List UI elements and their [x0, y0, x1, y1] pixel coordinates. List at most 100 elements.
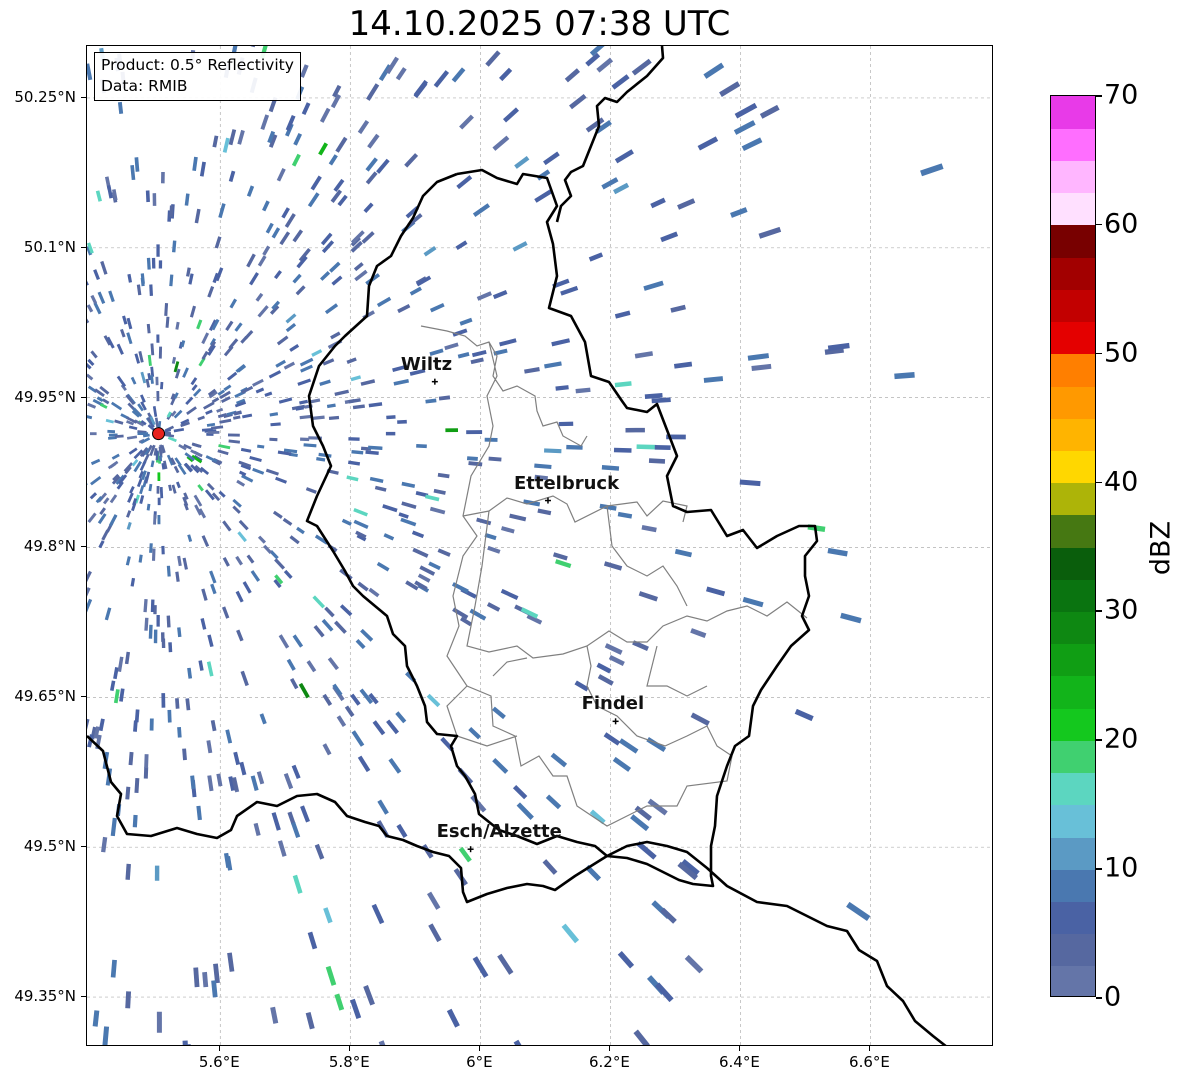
y-tick-label-0: 50.25°N: [14, 87, 76, 106]
echo-gate: [357, 119, 370, 135]
echo-gate: [660, 907, 677, 924]
echo-gate: [240, 447, 252, 453]
echo-gate: [155, 450, 159, 461]
echo-gate: [218, 490, 226, 498]
echo-gate: [87, 587, 91, 601]
echo-gate: [353, 262, 364, 272]
echo-gate: [424, 494, 440, 502]
echo-gate: [597, 674, 614, 686]
echo-gate: [426, 693, 441, 708]
echo-gate: [87, 481, 88, 490]
echo-gate: [428, 561, 441, 571]
echo-gate: [374, 485, 387, 492]
colorbar-segment-16: [1051, 450, 1095, 484]
echo-gate: [271, 227, 281, 239]
echo-gate: [289, 343, 300, 352]
echo-gate: [299, 399, 309, 405]
echo-gate: [158, 260, 163, 269]
echo-gate: [292, 229, 304, 243]
colorbar-segment-6: [1051, 772, 1095, 806]
colorbar-segment-0: [1051, 965, 1095, 996]
echo-gate: [684, 954, 704, 974]
echo-gate: [758, 226, 782, 239]
colorbar-segment-12: [1051, 579, 1095, 613]
colorbar-segment-9: [1051, 675, 1095, 709]
echo-gate: [182, 748, 187, 761]
echo-gate: [196, 805, 202, 821]
echo-gate: [198, 660, 204, 671]
echo-gate: [348, 398, 361, 404]
echo-gate: [759, 104, 780, 119]
echo-gate: [242, 581, 252, 594]
echo-gate: [262, 200, 270, 212]
echo-gate: [90, 475, 102, 486]
echo-gate: [386, 415, 396, 420]
echo-gate: [130, 164, 136, 181]
echo-gate: [145, 190, 150, 203]
echo-gate: [139, 394, 146, 403]
echo-gate: [250, 775, 259, 791]
echo-gate: [237, 531, 247, 543]
echo-gate: [613, 182, 630, 195]
echo-gate: [225, 729, 233, 744]
radar-echoes: [87, 46, 944, 1045]
echo-gate: [730, 207, 748, 218]
echo-gate: [257, 305, 269, 318]
echo-gate: [437, 472, 450, 479]
echo-gate: [324, 606, 335, 618]
echo-gate: [303, 443, 317, 448]
echo-gate: [470, 357, 484, 365]
echo-gate: [476, 291, 492, 301]
echo-gate: [117, 101, 124, 114]
echo-gate: [191, 384, 198, 391]
echo-gate: [472, 203, 491, 217]
colorbar-segment-14: [1051, 514, 1095, 548]
echo-gate: [331, 275, 343, 286]
echo-gate: [741, 137, 763, 152]
echo-gate: [270, 422, 281, 427]
echo-gate: [305, 487, 317, 494]
echo-gate: [486, 602, 501, 612]
colorbar-segment-24: [1051, 192, 1095, 226]
echo-gate: [371, 903, 385, 925]
colorbar-segment-4: [1051, 836, 1095, 870]
echo-gate: [234, 322, 243, 332]
y-tick-label-5: 49.5°N: [23, 837, 76, 856]
country-border: [87, 735, 947, 1045]
echo-gate: [411, 530, 425, 539]
echo-gate: [438, 395, 451, 401]
echo-gate: [299, 64, 309, 78]
echo-gate: [104, 607, 112, 621]
echo-gate: [159, 486, 164, 499]
echo-gate: [376, 561, 390, 572]
city-marker-0: [431, 378, 438, 385]
colorbar-tick-label-1: 10: [1104, 852, 1139, 884]
echo-gate: [404, 153, 419, 168]
echo-gate: [614, 381, 632, 388]
echo-gate: [281, 207, 290, 219]
echo-gate: [555, 559, 572, 569]
echo-gate: [617, 511, 633, 519]
echo-gate: [278, 634, 290, 649]
echo-gate: [428, 923, 442, 943]
colorbar-tick-1: [1096, 868, 1102, 870]
echo-gate: [199, 161, 206, 177]
echo-gate: [227, 952, 235, 972]
echo-gate: [492, 706, 506, 720]
echo-gate: [306, 660, 317, 673]
echo-gate: [739, 479, 761, 487]
echo-gate: [246, 554, 255, 564]
echo-gate: [228, 129, 237, 146]
colorbar-segment-19: [1051, 353, 1095, 387]
echo-gate: [894, 372, 915, 380]
echo-gate: [291, 764, 301, 779]
echo-gate: [207, 430, 220, 435]
echo-gate: [182, 1040, 189, 1045]
echo-gate: [228, 439, 241, 444]
echo-gate: [455, 240, 468, 250]
echo-gate: [157, 514, 161, 525]
echo-gate: [283, 569, 293, 580]
echo-gate: [222, 556, 230, 567]
echo-gate: [167, 709, 172, 723]
echo-gate: [240, 670, 249, 687]
